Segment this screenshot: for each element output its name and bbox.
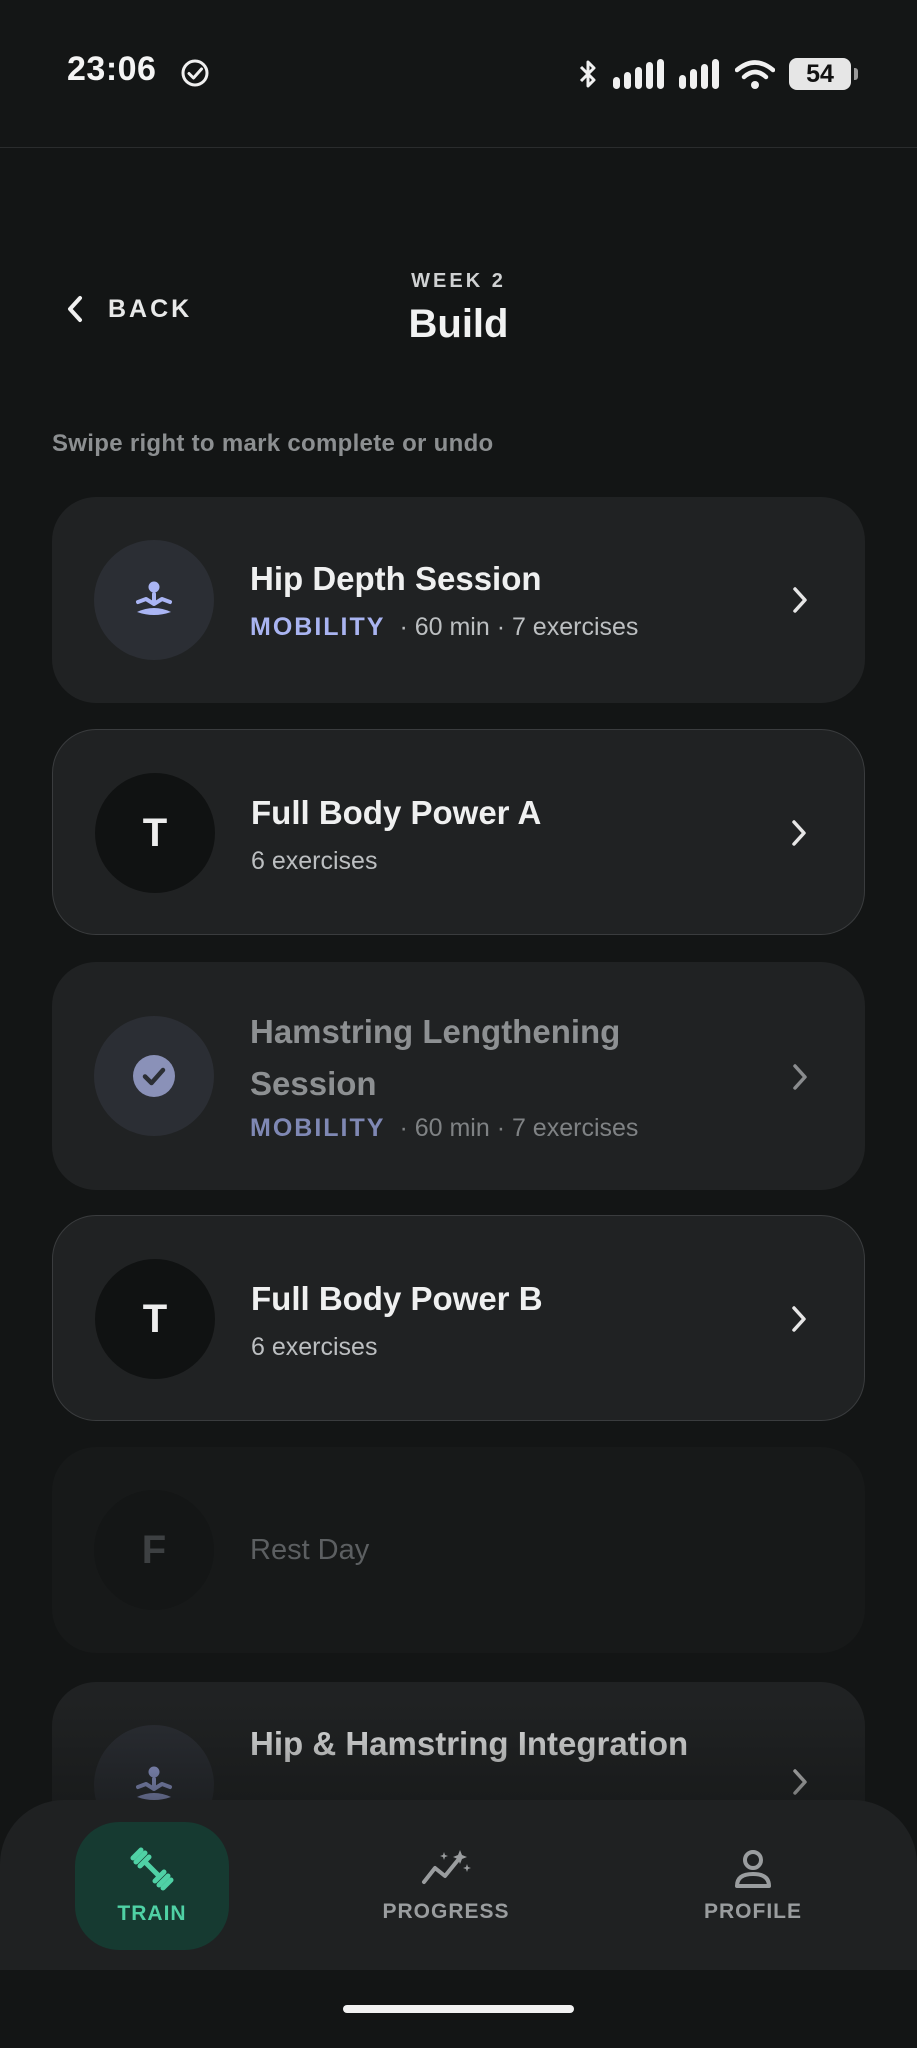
card-title: Hip Depth Session [250,560,542,597]
signal-icon [613,59,664,89]
workout-card-full-body-b[interactable]: T Full Body Power B 6 exercises [52,1215,865,1421]
workout-avatar: F [94,1490,214,1610]
card-meta: 6 exercises [251,1333,378,1361]
workout-card-full-body-a[interactable]: T Full Body Power A 6 exercises [52,729,865,935]
nav-tab-train[interactable]: TRAIN [75,1822,229,1950]
mobility-tag: MOBILITY [250,613,386,641]
rest-day-card: F Rest Day [52,1447,865,1653]
signal-icon-2 [679,59,719,89]
meditation-icon [136,581,172,615]
profile-icon [735,1850,771,1888]
mobility-tag: MOBILITY [250,1114,386,1142]
nav-label: PROFILE [703,1900,802,1923]
progress-chart-icon [422,1850,471,1884]
check-circle-icon [133,1055,175,1097]
card-meta: MOBILITY · 60 min · 7 exercises [250,1114,638,1143]
page-title: Build [408,302,509,346]
card-title: Hamstring Lengthening Session [250,1013,621,1102]
workout-card-hip-depth[interactable]: Hip Depth Session MOBILITY · 60 min · 7 e… [52,497,865,703]
status-icons: 54 [577,56,858,92]
status-bar: 23:06 54 [0,0,917,148]
chevron-right-icon [793,1769,807,1795]
card-meta: MOBILITY · 60 min · 7 exercises [250,613,638,642]
chevron-right-icon [792,1306,806,1332]
home-indicator[interactable] [343,2005,574,2013]
check-badge-icon [181,59,209,87]
card-meta-text: · 60 min · 7 exercises [399,613,639,641]
card-title: Full Body Power A [251,794,542,831]
card-title: Rest Day [250,1534,370,1566]
bluetooth-icon [579,60,596,88]
card-meta-text: · 60 min · 7 exercises [399,1114,639,1142]
status-time: 23:06 [67,50,157,88]
nav-tab-profile[interactable]: PROFILE [676,1822,830,1950]
workout-avatar [94,1016,214,1136]
swipe-hint: Swipe right to mark complete or undo [52,430,494,457]
chevron-right-icon [792,820,806,846]
nav-label: TRAIN [117,1902,187,1925]
workout-card-hamstring[interactable]: Hamstring Lengthening Session MOBILITY · … [52,962,865,1190]
workout-avatar: T [95,1259,215,1379]
chevron-right-icon [793,587,807,613]
wifi-icon [735,60,775,89]
dumbbell-icon [130,1847,174,1891]
bottom-nav: TRAIN PROGRESS PROFILE [0,1800,917,1970]
week-label: WEEK 2 [411,270,506,292]
nav-label: PROGRESS [382,1900,510,1923]
card-title: Hip & Hamstring Integration [250,1725,689,1762]
battery-icon: 54 [789,58,858,90]
battery-level: 54 [806,59,834,88]
card-meta: 6 exercises [251,847,378,875]
nav-tab-progress[interactable]: PROGRESS [369,1822,523,1950]
workout-avatar [94,540,214,660]
meditation-icon [136,1766,172,1800]
chevron-right-icon [793,1064,807,1090]
workout-avatar: T [95,773,215,893]
card-title: Full Body Power B [251,1280,543,1317]
